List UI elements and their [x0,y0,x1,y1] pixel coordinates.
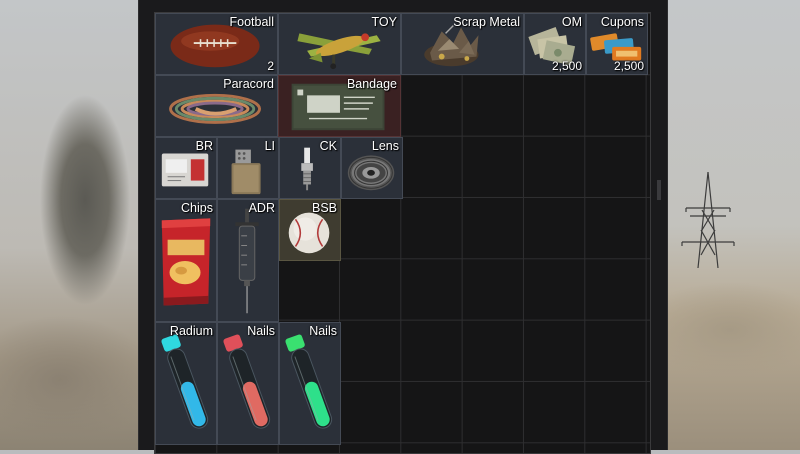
item-label: TOY [371,15,397,29]
item-radium[interactable]: Radium [155,322,217,445]
item-scrap-metal[interactable]: Scrap Metal [401,13,524,75]
item-label: Football [229,15,274,29]
item-label: Bandage [346,77,397,91]
item-label: Chips [181,201,213,215]
chips-bag-icon [161,218,211,306]
item-label: OM [561,15,582,29]
item-nails-green[interactable]: Nails [279,322,341,445]
item-label: LI [264,139,275,153]
item-adr[interactable]: ADR [217,199,279,322]
background-right [660,0,800,450]
item-chips[interactable]: Chips [155,199,217,322]
item-label: Nails [247,324,275,338]
item-label: ADR [248,201,275,215]
vial-green-icon [285,334,333,429]
item-ck[interactable]: CK [279,137,341,199]
item-br[interactable]: BR [155,137,217,199]
vial-red-icon [223,334,271,429]
syringe-icon [235,208,259,314]
vial-cyan-icon [161,334,209,429]
item-label: Paracord [223,77,274,91]
item-label: Cupons [600,15,644,29]
item-label: Radium [169,324,213,338]
inventory-scrollbar[interactable] [657,180,661,200]
item-lens[interactable]: Lens [341,137,403,199]
item-om[interactable]: OM 2,500 [524,13,586,75]
background-left [0,0,140,450]
item-li[interactable]: LI [217,137,279,199]
item-count: 2,500 [551,59,582,73]
item-count: 2,500 [613,59,644,73]
item-paracord[interactable]: Paracord [155,75,278,137]
item-nails-red[interactable]: Nails [217,322,279,445]
item-label: Nails [309,324,337,338]
item-label: Lens [371,139,399,153]
power-pylon-icon [681,171,735,269]
item-label: BR [195,139,213,153]
item-cupons[interactable]: Cupons 2,500 [586,13,648,75]
item-bandage[interactable]: Bandage [278,75,401,137]
item-football[interactable]: Football 2 [155,13,278,75]
item-label: BSB [311,201,337,215]
item-bsb[interactable]: BSB [279,199,341,261]
inventory-grid: Football 2 TOY Scrap Metal OM 2,500 Cupo… [154,12,651,454]
item-toy[interactable]: TOY [278,13,401,75]
item-label: Scrap Metal [453,15,520,29]
item-label: CK [319,139,337,153]
inventory-panel: Football 2 TOY Scrap Metal OM 2,500 Cupo… [138,0,668,454]
item-count: 2 [267,59,274,73]
